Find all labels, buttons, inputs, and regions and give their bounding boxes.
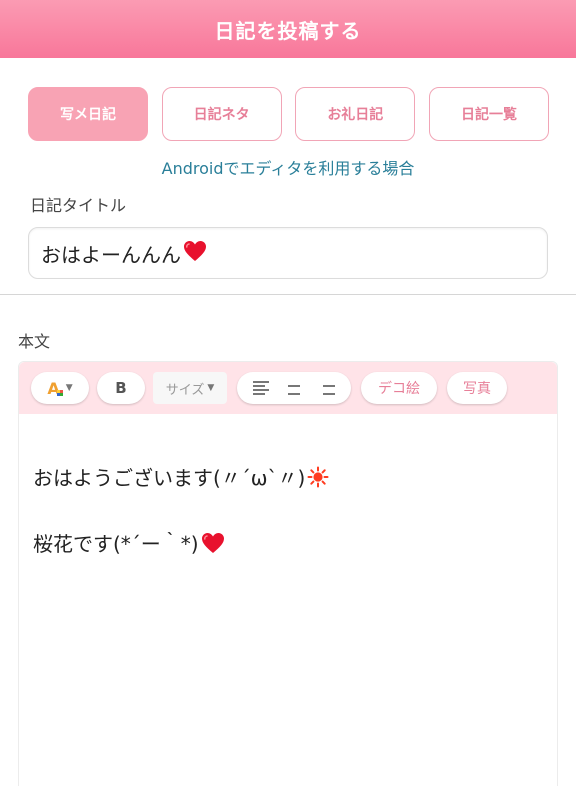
- editor-toolbar: A ▼ B サイズ ▼ デコ絵 写真: [19, 362, 557, 414]
- body-label: 本文: [18, 332, 51, 351]
- diary-tabs: 写メ日記 日記ネタ お礼日記 日記一覧: [28, 87, 549, 141]
- align-group: [237, 372, 351, 404]
- body-line-1: おはようございます(〃´ω`〃): [33, 462, 329, 493]
- font-size-label: サイズ: [165, 382, 205, 398]
- tab-diary-list[interactable]: 日記一覧: [428, 87, 549, 141]
- tab-photo-diary[interactable]: 写メ日記: [28, 87, 148, 141]
- font-size-select[interactable]: サイズ ▼: [153, 372, 227, 404]
- align-left-icon[interactable]: [253, 381, 270, 395]
- align-right-icon[interactable]: [319, 381, 335, 395]
- section-divider: [0, 294, 576, 295]
- title-label: 日記タイトル: [30, 196, 127, 215]
- photo-button[interactable]: 写真: [447, 372, 507, 404]
- tab-thanks-diary[interactable]: お礼日記: [295, 87, 416, 141]
- page-title: 日記を投稿する: [214, 18, 362, 43]
- font-color-button[interactable]: A ▼: [31, 372, 89, 404]
- android-editor-link[interactable]: Androidでエディタを利用する場合: [0, 155, 576, 179]
- body-editor[interactable]: A ▼ B サイズ ▼ デコ絵 写真 おはようございます(〃´ω`〃) 桜花です…: [18, 361, 558, 786]
- bold-button[interactable]: B: [97, 372, 145, 404]
- body-line-2: 桜花です(*´ー｀*): [33, 528, 225, 559]
- page-header: 日記を投稿する: [0, 0, 576, 58]
- heart-icon: [201, 532, 225, 559]
- chevron-down-icon: ▼: [207, 383, 215, 393]
- sun-icon: [307, 466, 329, 493]
- title-input-value: おはよーんんん: [41, 242, 181, 267]
- chevron-down-icon: ▼: [65, 383, 73, 393]
- title-input[interactable]: おはよーんんん: [28, 227, 548, 279]
- heart-icon: [183, 240, 207, 267]
- align-center-icon[interactable]: [286, 381, 302, 395]
- deco-picture-button[interactable]: デコ絵: [361, 372, 437, 404]
- tab-diary-topics[interactable]: 日記ネタ: [161, 87, 282, 141]
